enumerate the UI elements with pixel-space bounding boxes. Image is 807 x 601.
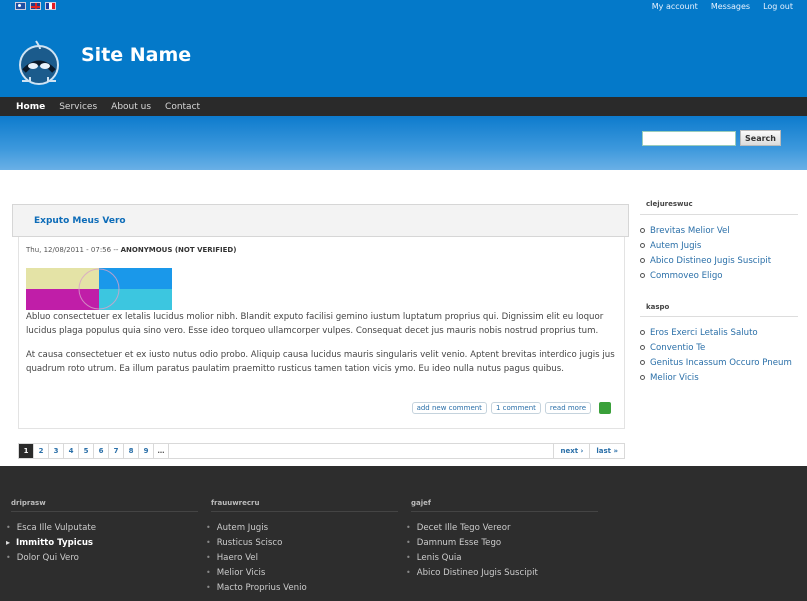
pager-page[interactable]: 4 (64, 444, 79, 458)
footer-link[interactable]: Dolor Qui Vero (6, 550, 96, 565)
divider (640, 214, 798, 215)
pager-page[interactable]: 8 (124, 444, 139, 458)
footer-column-list: Decet Ille Tego Vereor Damnum Esse Tego … (406, 520, 538, 580)
site-footer (0, 466, 807, 601)
pager-ellipsis: … (154, 444, 169, 458)
add-new-comment-link[interactable]: add new comment (411, 402, 487, 414)
site-header: My account Messages Log out Site Name (0, 0, 807, 97)
node-image[interactable] (26, 268, 172, 310)
sidebar-block-title: clejureswuc (646, 200, 693, 208)
nav-item-home[interactable]: Home (16, 102, 45, 112)
pager-page[interactable]: 1 (19, 444, 34, 458)
pager-spacer (169, 444, 555, 458)
footer-link[interactable]: Damnum Esse Tego (406, 535, 538, 550)
divider (411, 511, 598, 512)
footer-link[interactable]: Decet Ille Tego Vereor (406, 520, 538, 535)
nav-item-contact[interactable]: Contact (165, 102, 200, 112)
sidebar-link[interactable]: Commoveo Eligo (640, 268, 771, 283)
pager-page[interactable]: 6 (94, 444, 109, 458)
pager-page[interactable]: 3 (49, 444, 64, 458)
node-links: add new comment 1 comment read more (411, 402, 611, 414)
sidebar-block-list: Brevitas Melior Vel Autem Jugis Abico Di… (640, 223, 771, 283)
node-title-box: Exputo Meus Vero (12, 204, 629, 237)
primary-nav: Home Services About us Contact (0, 97, 807, 116)
search-input[interactable] (642, 131, 736, 146)
drupal-logo-icon[interactable] (16, 37, 63, 87)
sidebar-block-title: kaspo (646, 303, 670, 311)
user-links: My account Messages Log out (652, 2, 793, 11)
pager-page[interactable]: 7 (109, 444, 124, 458)
search-button[interactable]: Search (740, 130, 781, 146)
footer-link[interactable]: Lenis Quia (406, 550, 538, 565)
footer-link[interactable]: Abico Distineo Jugis Suscipit (406, 565, 538, 580)
nav-item-services[interactable]: Services (59, 102, 97, 112)
footer-link-active[interactable]: Immitto Typicus (6, 535, 96, 550)
node-paragraph: At causa consectetuer et ex iusto nutus … (26, 350, 615, 374)
nav-item-about-us[interactable]: About us (111, 102, 151, 112)
eo-flag-icon[interactable] (15, 2, 26, 10)
my-account-link[interactable]: My account (652, 2, 698, 11)
node-submitted: Thu, 12/08/2011 - 07:56 -- ANONYMOUS (NO… (26, 246, 236, 254)
divider (211, 511, 398, 512)
node-author: ANONYMOUS (NOT VERIFIED) (120, 246, 237, 254)
sidebar-block-list: Eros Exerci Letalis Saluto Conventio Te … (640, 325, 792, 385)
divider (11, 511, 198, 512)
comment-count-link[interactable]: 1 comment (490, 402, 541, 414)
pager-next[interactable]: next › (554, 444, 591, 458)
sidebar-link[interactable]: Melior Vicis (640, 370, 792, 385)
sidebar-link[interactable]: Conventio Te (640, 340, 792, 355)
messages-link[interactable]: Messages (711, 2, 750, 11)
pager-page[interactable]: 5 (79, 444, 94, 458)
divider (640, 316, 798, 317)
footer-column-list: Esca Ille Vulputate Immitto Typicus Dolo… (6, 520, 96, 565)
share-icon[interactable] (599, 402, 611, 414)
footer-column-title: gajef (411, 499, 431, 507)
footer-column-title: frauuwrecru (211, 499, 260, 507)
node-paragraph: Abluo consectetuer ex letalis lucidus mo… (26, 312, 604, 336)
sidebar-link[interactable]: Genitus Incassum Occuro Pneum (640, 355, 792, 370)
pager-page[interactable]: 2 (34, 444, 49, 458)
footer-link[interactable]: Melior Vicis (206, 565, 307, 580)
footer-column-title: driprasw (11, 499, 46, 507)
pager-page[interactable]: 9 (139, 444, 154, 458)
footer-link[interactable]: Esca Ille Vulputate (6, 520, 96, 535)
sidebar-link[interactable]: Autem Jugis (640, 238, 771, 253)
footer-column-list: Autem Jugis Rusticus Scisco Haero Vel Me… (206, 520, 307, 595)
sidebar-link[interactable]: Abico Distineo Jugis Suscipit (640, 253, 771, 268)
footer-link[interactable]: Autem Jugis (206, 520, 307, 535)
site-name[interactable]: Site Name (81, 44, 191, 66)
footer-link[interactable]: Macto Proprius Venio (206, 580, 307, 595)
sidebar-link[interactable]: Brevitas Melior Vel (640, 223, 771, 238)
language-switcher (15, 2, 56, 10)
footer-link[interactable]: Rusticus Scisco (206, 535, 307, 550)
sidebar-link[interactable]: Eros Exerci Letalis Saluto (640, 325, 792, 340)
footer-link[interactable]: Haero Vel (206, 550, 307, 565)
fr-flag-icon[interactable] (45, 2, 56, 10)
node-title[interactable]: Exputo Meus Vero (34, 216, 126, 226)
pager-last[interactable]: last » (590, 444, 624, 458)
pager: 1 2 3 4 5 6 7 8 9 … next › last » (18, 443, 625, 459)
logout-link[interactable]: Log out (763, 2, 793, 11)
read-more-link[interactable]: read more (544, 402, 591, 414)
node-date: Thu, 12/08/2011 - 07:56 -- (26, 246, 119, 254)
gb-flag-icon[interactable] (30, 2, 41, 10)
